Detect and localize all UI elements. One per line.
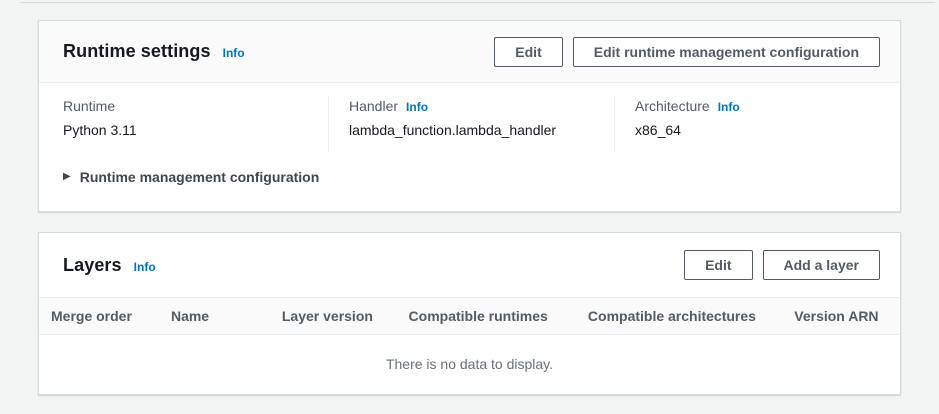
layers-title-group: Layers Info [63,255,156,276]
add-a-layer-button[interactable]: Add a layer [763,250,880,280]
layers-card: Layers Info Edit Add a layer Merge order… [38,232,901,395]
layers-title: Layers [63,255,122,276]
runtime-settings-actions: Edit Edit runtime management configurati… [494,37,880,67]
layers-table-empty-state: There is no data to display. [39,335,900,393]
handler-field-label: Handler [349,96,398,116]
runtime-management-configuration-expander[interactable]: ▶ Runtime management configuration [63,169,900,185]
runtime-settings-title-group: Runtime settings Info [63,41,245,62]
page-top-divider [20,2,935,3]
runtime-field-label: Runtime [63,96,115,116]
field-runtime: Runtime Python 3.11 [39,96,328,152]
handler-info-link[interactable]: Info [406,100,428,114]
layers-actions: Edit Add a layer [684,250,880,280]
column-header-compatible-runtimes: Compatible runtimes [389,308,566,324]
runtime-settings-fields: Runtime Python 3.11 Handler Info lambda_… [39,83,900,152]
layers-info-link[interactable]: Info [134,260,156,274]
runtime-field-value: Python 3.11 [63,120,308,140]
column-header-merge-order: Merge order [39,308,157,324]
field-handler: Handler Info lambda_function.lambda_hand… [328,96,614,152]
column-header-compatible-architectures: Compatible architectures [566,308,774,324]
field-architecture: Architecture Info x86_64 [614,96,900,152]
empty-state-message: There is no data to display. [386,356,553,372]
column-header-layer-version: Layer version [269,308,389,324]
runtime-settings-info-link[interactable]: Info [223,46,245,60]
runtime-settings-card: Runtime settings Info Edit Edit runtime … [38,20,901,212]
layers-header: Layers Info Edit Add a layer [39,233,900,297]
runtime-management-configuration-expander-label: Runtime management configuration [80,169,320,185]
column-header-version-arn: Version ARN [774,308,900,324]
caret-right-icon: ▶ [63,172,71,182]
edit-runtime-settings-button[interactable]: Edit [494,37,562,67]
architecture-info-link[interactable]: Info [718,100,740,114]
architecture-field-label: Architecture [635,96,710,116]
edit-runtime-management-configuration-button[interactable]: Edit runtime management configuration [573,37,880,67]
layers-table-header-row: Merge order Name Layer version Compatibl… [39,297,900,335]
handler-field-value: lambda_function.lambda_handler [349,120,594,140]
runtime-settings-title: Runtime settings [63,41,211,62]
architecture-field-value: x86_64 [635,120,880,140]
column-header-name: Name [157,308,269,324]
runtime-settings-header: Runtime settings Info Edit Edit runtime … [39,21,900,83]
edit-layers-button[interactable]: Edit [684,250,752,280]
